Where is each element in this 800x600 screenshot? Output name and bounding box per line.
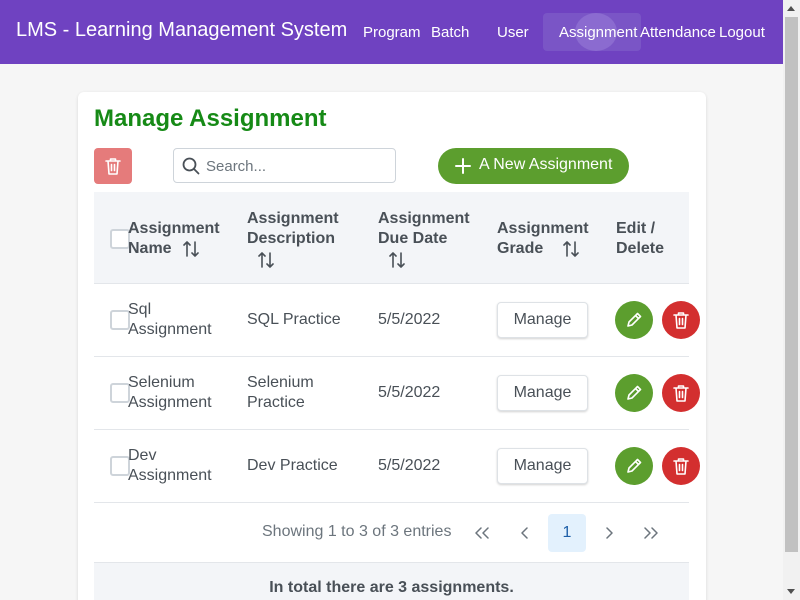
nav-logout[interactable]: Logout	[719, 24, 765, 41]
double-chevron-right-icon	[644, 527, 658, 539]
column-header-actions: Edit / Delete	[616, 220, 665, 257]
assignment-due-date-cell: 5/5/2022	[378, 311, 441, 328]
trash-icon	[105, 158, 121, 175]
assignment-due-date-cell: 5/5/2022	[378, 384, 441, 401]
manage-grade-button[interactable]: Manage	[497, 448, 588, 484]
nav-program[interactable]: Program	[363, 24, 421, 41]
pencil-icon	[627, 458, 642, 473]
sort-icon	[389, 252, 405, 268]
trash-icon	[673, 385, 689, 402]
search-icon	[182, 157, 200, 175]
table-row: Dev Assignment Dev Practice 5/5/2022 Mana…	[94, 430, 700, 503]
nav-user[interactable]: User	[497, 24, 529, 41]
assignment-name-cell: Sql Assignment	[128, 301, 212, 338]
chevron-left-icon	[521, 527, 528, 539]
table-row: Sql Assignment SQL Practice 5/5/2022 Mana…	[94, 284, 700, 357]
app-title: LMS - Learning Management System	[16, 19, 348, 41]
page-title: Manage Assignment	[94, 105, 327, 132]
table-header: Assignment Name Assignment Description A…	[94, 192, 689, 284]
edit-button[interactable]	[615, 447, 653, 485]
assignment-due-date-cell: 5/5/2022	[378, 457, 441, 474]
manage-assignment-card: Manage Assignment A New Assignment Assig…	[78, 92, 706, 600]
table-footer: In total there are 3 assignments.	[94, 562, 689, 600]
trash-icon	[673, 312, 689, 329]
column-header-name[interactable]: Assignment Name	[128, 219, 220, 259]
nav-batch[interactable]: Batch	[431, 24, 469, 41]
delete-selected-button[interactable]	[94, 148, 132, 184]
sort-icon	[562, 240, 579, 257]
scroll-down-arrow-icon[interactable]	[783, 583, 800, 600]
double-chevron-left-icon	[475, 527, 489, 539]
assignment-name-cell: Selenium Assignment	[128, 374, 212, 411]
row-checkbox[interactable]	[110, 383, 130, 403]
assignment-description-cell: SQL Practice	[247, 311, 341, 328]
sort-icon	[258, 252, 274, 268]
chevron-right-icon	[606, 527, 613, 539]
scrollbar-thumb[interactable]	[785, 17, 798, 552]
delete-button[interactable]	[662, 301, 700, 339]
paginator-summary: Showing 1 to 3 of 3 entries	[262, 523, 452, 540]
row-checkbox[interactable]	[110, 310, 130, 330]
assignment-description-cell: Dev Practice	[247, 457, 338, 474]
pencil-icon	[627, 385, 642, 400]
column-header-grade[interactable]: Assignment Grade	[497, 219, 589, 259]
manage-grade-button[interactable]: Manage	[497, 375, 588, 411]
last-page-button[interactable]	[632, 514, 670, 552]
first-page-button[interactable]	[463, 514, 501, 552]
edit-button[interactable]	[615, 374, 653, 412]
scroll-up-arrow-icon[interactable]	[783, 0, 800, 17]
add-new-assignment-label: A New Assignment	[479, 156, 613, 173]
nav-assignment[interactable]: Assignment	[559, 24, 637, 41]
trash-icon	[673, 458, 689, 475]
search-box	[173, 148, 396, 183]
assignment-name-cell: Dev Assignment	[128, 447, 212, 484]
column-header-description[interactable]: Assignment Description	[247, 209, 339, 269]
nav-attendance[interactable]: Attendance	[640, 24, 716, 41]
assignment-description-cell: Selenium Practice	[247, 374, 314, 411]
previous-page-button[interactable]	[506, 514, 544, 552]
next-page-button[interactable]	[590, 514, 628, 552]
plus-icon	[455, 158, 471, 174]
row-checkbox[interactable]	[110, 456, 130, 476]
pencil-icon	[627, 312, 642, 327]
add-new-assignment-button[interactable]: A New Assignment	[438, 148, 629, 184]
edit-button[interactable]	[615, 301, 653, 339]
column-header-due-date[interactable]: Assignment Due Date	[378, 209, 470, 269]
search-input[interactable]	[206, 155, 386, 177]
manage-grade-button[interactable]: Manage	[497, 302, 588, 338]
table-row: Selenium Assignment Selenium Practice 5/5/…	[94, 357, 700, 430]
select-all-checkbox[interactable]	[110, 229, 130, 249]
page-1-button[interactable]: 1	[548, 514, 586, 552]
delete-button[interactable]	[662, 447, 700, 485]
page-scrollbar[interactable]	[783, 0, 800, 600]
delete-button[interactable]	[662, 374, 700, 412]
sort-icon	[183, 240, 199, 257]
top-navbar: LMS - Learning Management System Program…	[0, 0, 783, 64]
total-assignments-summary: In total there are 3 assignments.	[269, 579, 514, 596]
